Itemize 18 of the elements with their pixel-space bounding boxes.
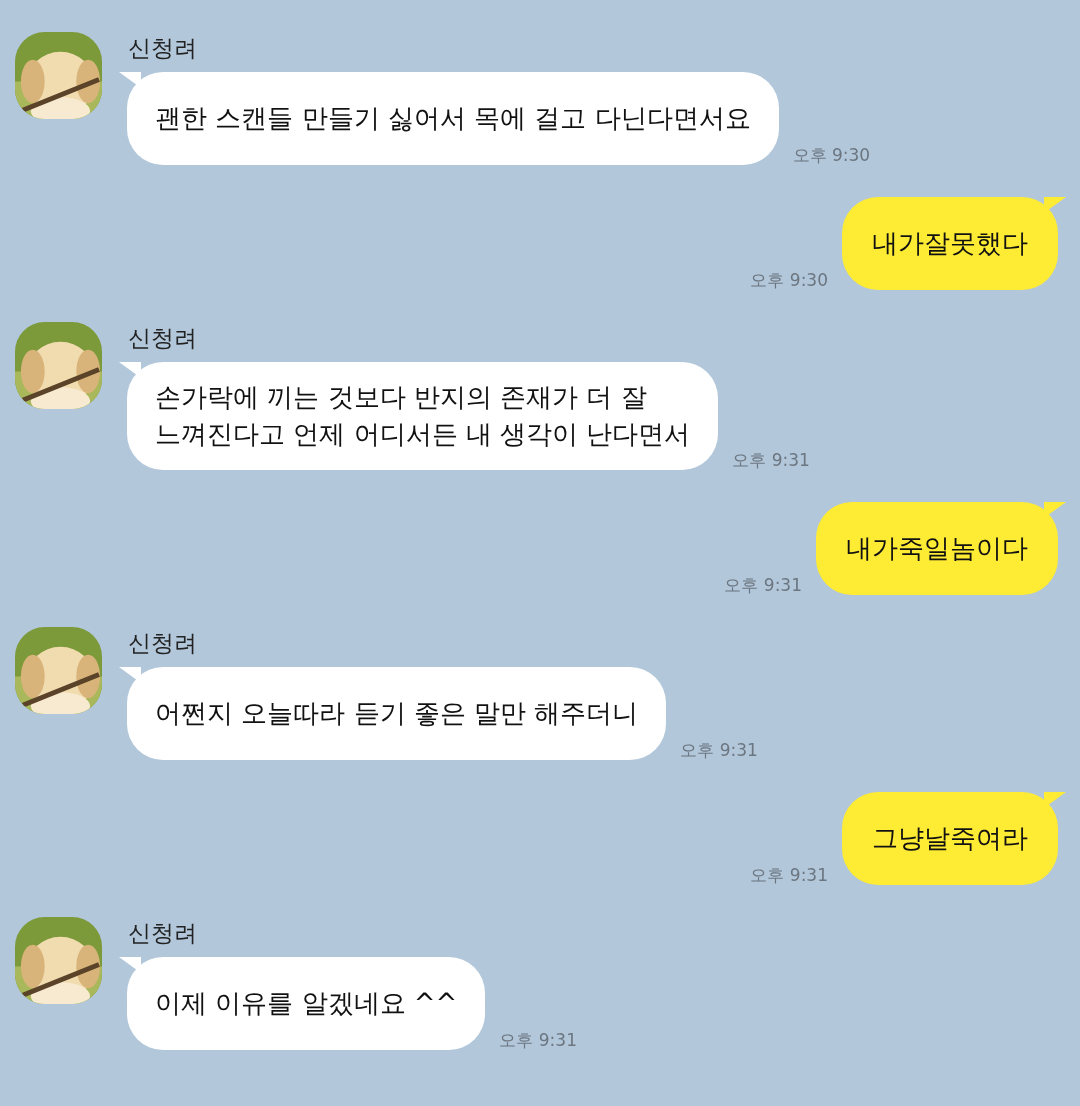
message-bubble: 괜한 스캔들 만들기 싫어서 목에 걸고 다닌다면서요 [119,72,779,165]
message-time: 오후 9:30 [750,270,828,290]
message-bubble: 그냥날죽여라 [842,792,1066,885]
sender-name: 신청려 [128,34,198,63]
message-bubble: 내가잘못했다 [842,197,1066,290]
message-bubble: 이제 이유를 알겠네요 ^^ [119,957,486,1050]
message-time: 오후 9:31 [750,865,828,885]
message-time: 오후 9:31 [499,1030,577,1050]
message-time: 오후 9:30 [792,145,871,165]
message-time: 오후 9:31 [680,740,758,760]
sender-name: 신청려 [128,919,198,948]
message-time: 오후 9:31 [732,450,810,470]
sender-name: 신청려 [128,324,198,353]
message-bubble: 내가죽일놈이다 [816,502,1066,595]
message-bubble: 손가락에 끼는 것보다 반지의 존재가 더 잘 느껴진다고 언제 어디서든 내 생각이 난다면서 [119,362,719,470]
sender-name: 신청려 [128,629,198,658]
message-bubble: 어쩐지 오늘따라 듣기 좋은 말만 해주더니 [119,667,667,760]
message-time: 오후 9:31 [724,575,802,595]
